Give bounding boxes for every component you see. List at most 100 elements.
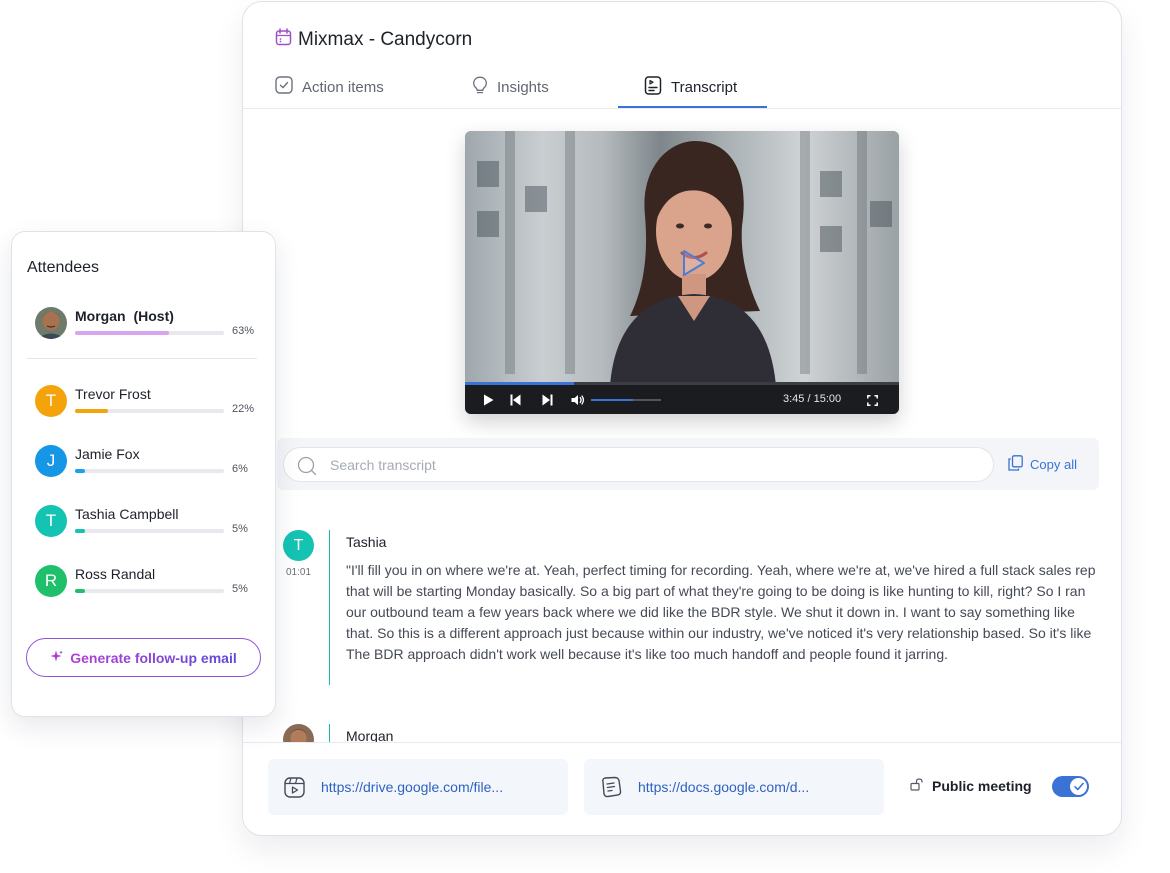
meeting-header: Mixmax - Candycorn <box>275 28 472 51</box>
tab-label: Transcript <box>671 78 738 96</box>
meeting-panel: Mixmax - Candycorn Action items Insights… <box>242 1 1122 836</box>
background-window <box>870 201 892 227</box>
generate-follow-up-email-button[interactable]: Generate follow-up email <box>26 638 261 677</box>
copy-all-button[interactable]: Copy all <box>1008 455 1077 474</box>
talk-time-bar <box>75 589 224 593</box>
skip-back-icon[interactable] <box>510 393 521 411</box>
background-window <box>525 186 547 212</box>
transcript-icon <box>644 75 662 99</box>
background-column <box>857 131 867 374</box>
attendee-name: Morgan (Host) <box>75 308 174 324</box>
speaker-divider <box>329 724 330 744</box>
attendee-row: R Ross Randal 5% <box>35 565 257 605</box>
tab-transcript[interactable]: Transcript <box>644 66 737 108</box>
skip-forward-icon[interactable] <box>542 393 553 411</box>
public-meeting-toggle[interactable] <box>1052 776 1089 797</box>
volume-fill <box>591 399 633 401</box>
link-url: https://drive.google.com/file... <box>321 779 504 795</box>
talk-time-fill <box>75 469 85 473</box>
attendee-row: T Tashia Campbell 5% <box>35 505 257 545</box>
avatar: J <box>35 445 67 477</box>
play-overlay-icon[interactable] <box>681 249 707 277</box>
video-player[interactable]: 3:45 / 15:00 <box>465 131 899 414</box>
avatar: R <box>35 565 67 597</box>
check-icon <box>1073 782 1084 791</box>
public-meeting-label: Public meeting <box>932 778 1032 794</box>
tab-action-items[interactable]: Action items <box>275 66 384 108</box>
transcript-text: "I'll fill you in on where we're at. Yea… <box>346 562 1096 662</box>
talk-time-fill <box>75 331 169 335</box>
attendee-row: T Trevor Frost 22% <box>35 385 257 425</box>
background-window <box>820 171 842 197</box>
attendee-name: Ross Randal <box>75 566 156 582</box>
search-icon <box>297 456 317 481</box>
background-column <box>565 131 575 374</box>
transcript-toolbar: Copy all <box>277 438 1099 490</box>
public-meeting-setting: Public meeting <box>910 778 1032 794</box>
meeting-title: Mixmax - Candycorn <box>298 28 473 50</box>
calendar-icon <box>275 28 292 51</box>
tab-label: Action items <box>302 78 384 96</box>
toggle-knob <box>1070 778 1087 795</box>
talk-time-percent: 6% <box>232 463 248 475</box>
talk-time-percent: 5% <box>232 583 248 595</box>
avatar: T <box>35 505 67 537</box>
attendee-name: Tashia Campbell <box>75 506 179 522</box>
volume-slider[interactable] <box>591 399 661 401</box>
fullscreen-icon[interactable] <box>867 393 878 411</box>
talk-time-bar <box>75 529 224 533</box>
avatar <box>35 307 67 339</box>
video-file-icon <box>284 776 305 798</box>
talk-time-fill <box>75 589 85 593</box>
attendee-row: J Jamie Fox 6% <box>35 445 257 485</box>
copy-icon <box>1008 455 1023 474</box>
lock-icon <box>910 778 924 794</box>
background-window <box>820 226 842 252</box>
link-url: https://docs.google.com/d... <box>638 779 810 795</box>
background-window <box>477 161 499 187</box>
video-time: 3:45 / 15:00 <box>783 393 842 405</box>
talk-time-percent: 22% <box>232 403 255 415</box>
volume-icon[interactable] <box>571 393 585 411</box>
talk-time-fill <box>75 529 85 533</box>
recording-link[interactable]: https://drive.google.com/file... <box>268 759 568 815</box>
sparkle-icon <box>50 650 64 666</box>
check-square-icon <box>275 76 293 98</box>
attendee-name: Trevor Frost <box>75 386 151 402</box>
speaker-avatar: T <box>283 530 314 561</box>
play-icon[interactable] <box>483 393 494 411</box>
video-progress-fill <box>465 382 574 385</box>
video-controls: 3:45 / 15:00 <box>465 382 899 414</box>
video-progress-bar[interactable] <box>465 382 899 385</box>
attendees-panel: Attendees Morgan (Host) 63% T Trevor Fro… <box>11 231 276 717</box>
active-tab-indicator <box>618 106 767 108</box>
tab-insights[interactable]: Insights <box>472 66 549 108</box>
talk-time-bar <box>75 469 224 473</box>
transcript-entry: T 01:01 Tashia "I'll fill you in on wher… <box>283 530 1096 685</box>
attendee-host: Morgan (Host) 63% <box>35 307 257 347</box>
search-box <box>283 447 994 482</box>
attendee-name: Jamie Fox <box>75 446 140 462</box>
talk-time-bar <box>75 331 224 335</box>
attendees-title: Attendees <box>27 259 100 276</box>
talk-time-fill <box>75 409 108 413</box>
tab-label: Insights <box>497 78 549 96</box>
document-icon <box>600 776 622 798</box>
generate-label: Generate follow-up email <box>70 649 237 666</box>
talk-time-bar <box>75 409 224 413</box>
talk-time-percent: 63% <box>232 325 255 337</box>
meeting-footer: https://drive.google.com/file... https:/… <box>243 742 1121 835</box>
document-link[interactable]: https://docs.google.com/d... <box>584 759 884 815</box>
speaker-name: Tashia <box>346 534 387 550</box>
search-input[interactable] <box>330 448 970 481</box>
timestamp[interactable]: 01:01 <box>286 567 311 578</box>
tab-bar: Action items Insights Transcript <box>243 66 1121 109</box>
speaker-divider <box>329 530 330 685</box>
copy-all-label: Copy all <box>1030 457 1077 472</box>
host-role: (Host) <box>133 308 174 324</box>
lightbulb-icon <box>472 76 488 99</box>
avatar: T <box>35 385 67 417</box>
host-name: Morgan <box>75 308 126 324</box>
divider <box>27 358 257 359</box>
background-column <box>800 131 810 374</box>
